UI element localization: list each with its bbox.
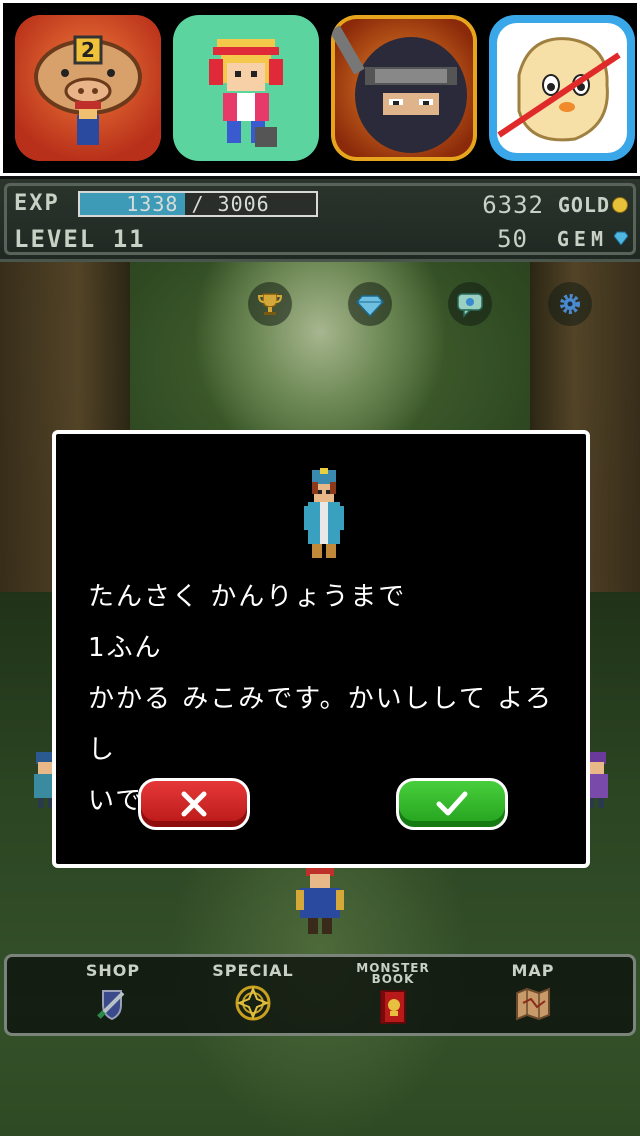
exp-bar: 1338 / 3006 [78, 191, 318, 217]
magic-circle-icon [235, 985, 271, 1021]
status-bar: EXP 1338 / 3006 LEVEL 11 6332 GOLD 50 GE… [0, 176, 640, 262]
map-scroll-icon [516, 987, 550, 1021]
settings-button[interactable] [548, 282, 592, 326]
monster-book-icon [380, 990, 406, 1024]
ad-badge-number: 2 [81, 38, 95, 62]
confirm-button[interactable] [396, 778, 508, 830]
ad-banner: 2 [0, 0, 640, 176]
exp-value: 1338 / 3006 [126, 192, 270, 216]
close-icon [181, 791, 207, 817]
gem-label: GEM [556, 227, 608, 251]
nav-map-label: MAP [511, 961, 555, 980]
diamond-icon [356, 295, 384, 318]
nav-map[interactable]: MAP [483, 963, 583, 1023]
nav-shop-label: SHOP [85, 961, 141, 980]
checkmark-icon [436, 791, 468, 816]
bottom-nav: SHOP SPECIAL MONSTER BOOK MAP [4, 954, 636, 1036]
dialog-line-3: かかる みこみです。かいしして よろし [88, 684, 554, 765]
ad-app-3[interactable] [331, 15, 477, 161]
cancel-button[interactable] [138, 778, 250, 830]
ad-app-2[interactable] [173, 15, 319, 161]
trophy-button[interactable] [248, 282, 292, 326]
gem-shop-button[interactable] [348, 282, 392, 326]
nav-special[interactable]: SPECIAL [203, 963, 303, 1023]
ad-app-1[interactable]: 2 [15, 15, 161, 161]
blob-app-icon [489, 15, 635, 161]
hero-character [296, 866, 344, 934]
chat-button[interactable] [448, 282, 492, 326]
trophy-icon [257, 293, 283, 315]
priest-sprite [304, 468, 344, 558]
exp-label: EXP [14, 191, 60, 216]
nav-shop[interactable]: SHOP [63, 963, 163, 1023]
pixel-girl-app-icon [173, 15, 319, 161]
nav-special-label: SPECIAL [212, 961, 294, 980]
gold-coin-icon [612, 197, 628, 213]
gem-icon [614, 231, 628, 245]
sword-shield-icon [97, 990, 125, 1021]
gear-icon [560, 294, 580, 314]
gem-value: 50 [497, 225, 528, 253]
gold-value: 6332 [482, 191, 544, 219]
pig-knight-app-icon: 2 [15, 15, 161, 161]
ninja-app-icon [331, 15, 477, 161]
gold-label: GOLD [557, 193, 610, 217]
confirm-dialog: たんさく かんりょうまで 1ふん かかる みこみです。かいしして よろし いです… [52, 430, 590, 868]
ad-app-4[interactable] [489, 15, 635, 161]
dialog-line-1: たんさく かんりょうまで [88, 582, 407, 612]
nav-monster-book[interactable]: MONSTER BOOK [343, 962, 443, 1027]
chat-icon [457, 293, 483, 318]
nav-monster-book-label-2: BOOK [371, 972, 415, 986]
dialog-line-2: 1ふん [88, 633, 163, 663]
level-text: LEVEL 11 [14, 225, 146, 253]
